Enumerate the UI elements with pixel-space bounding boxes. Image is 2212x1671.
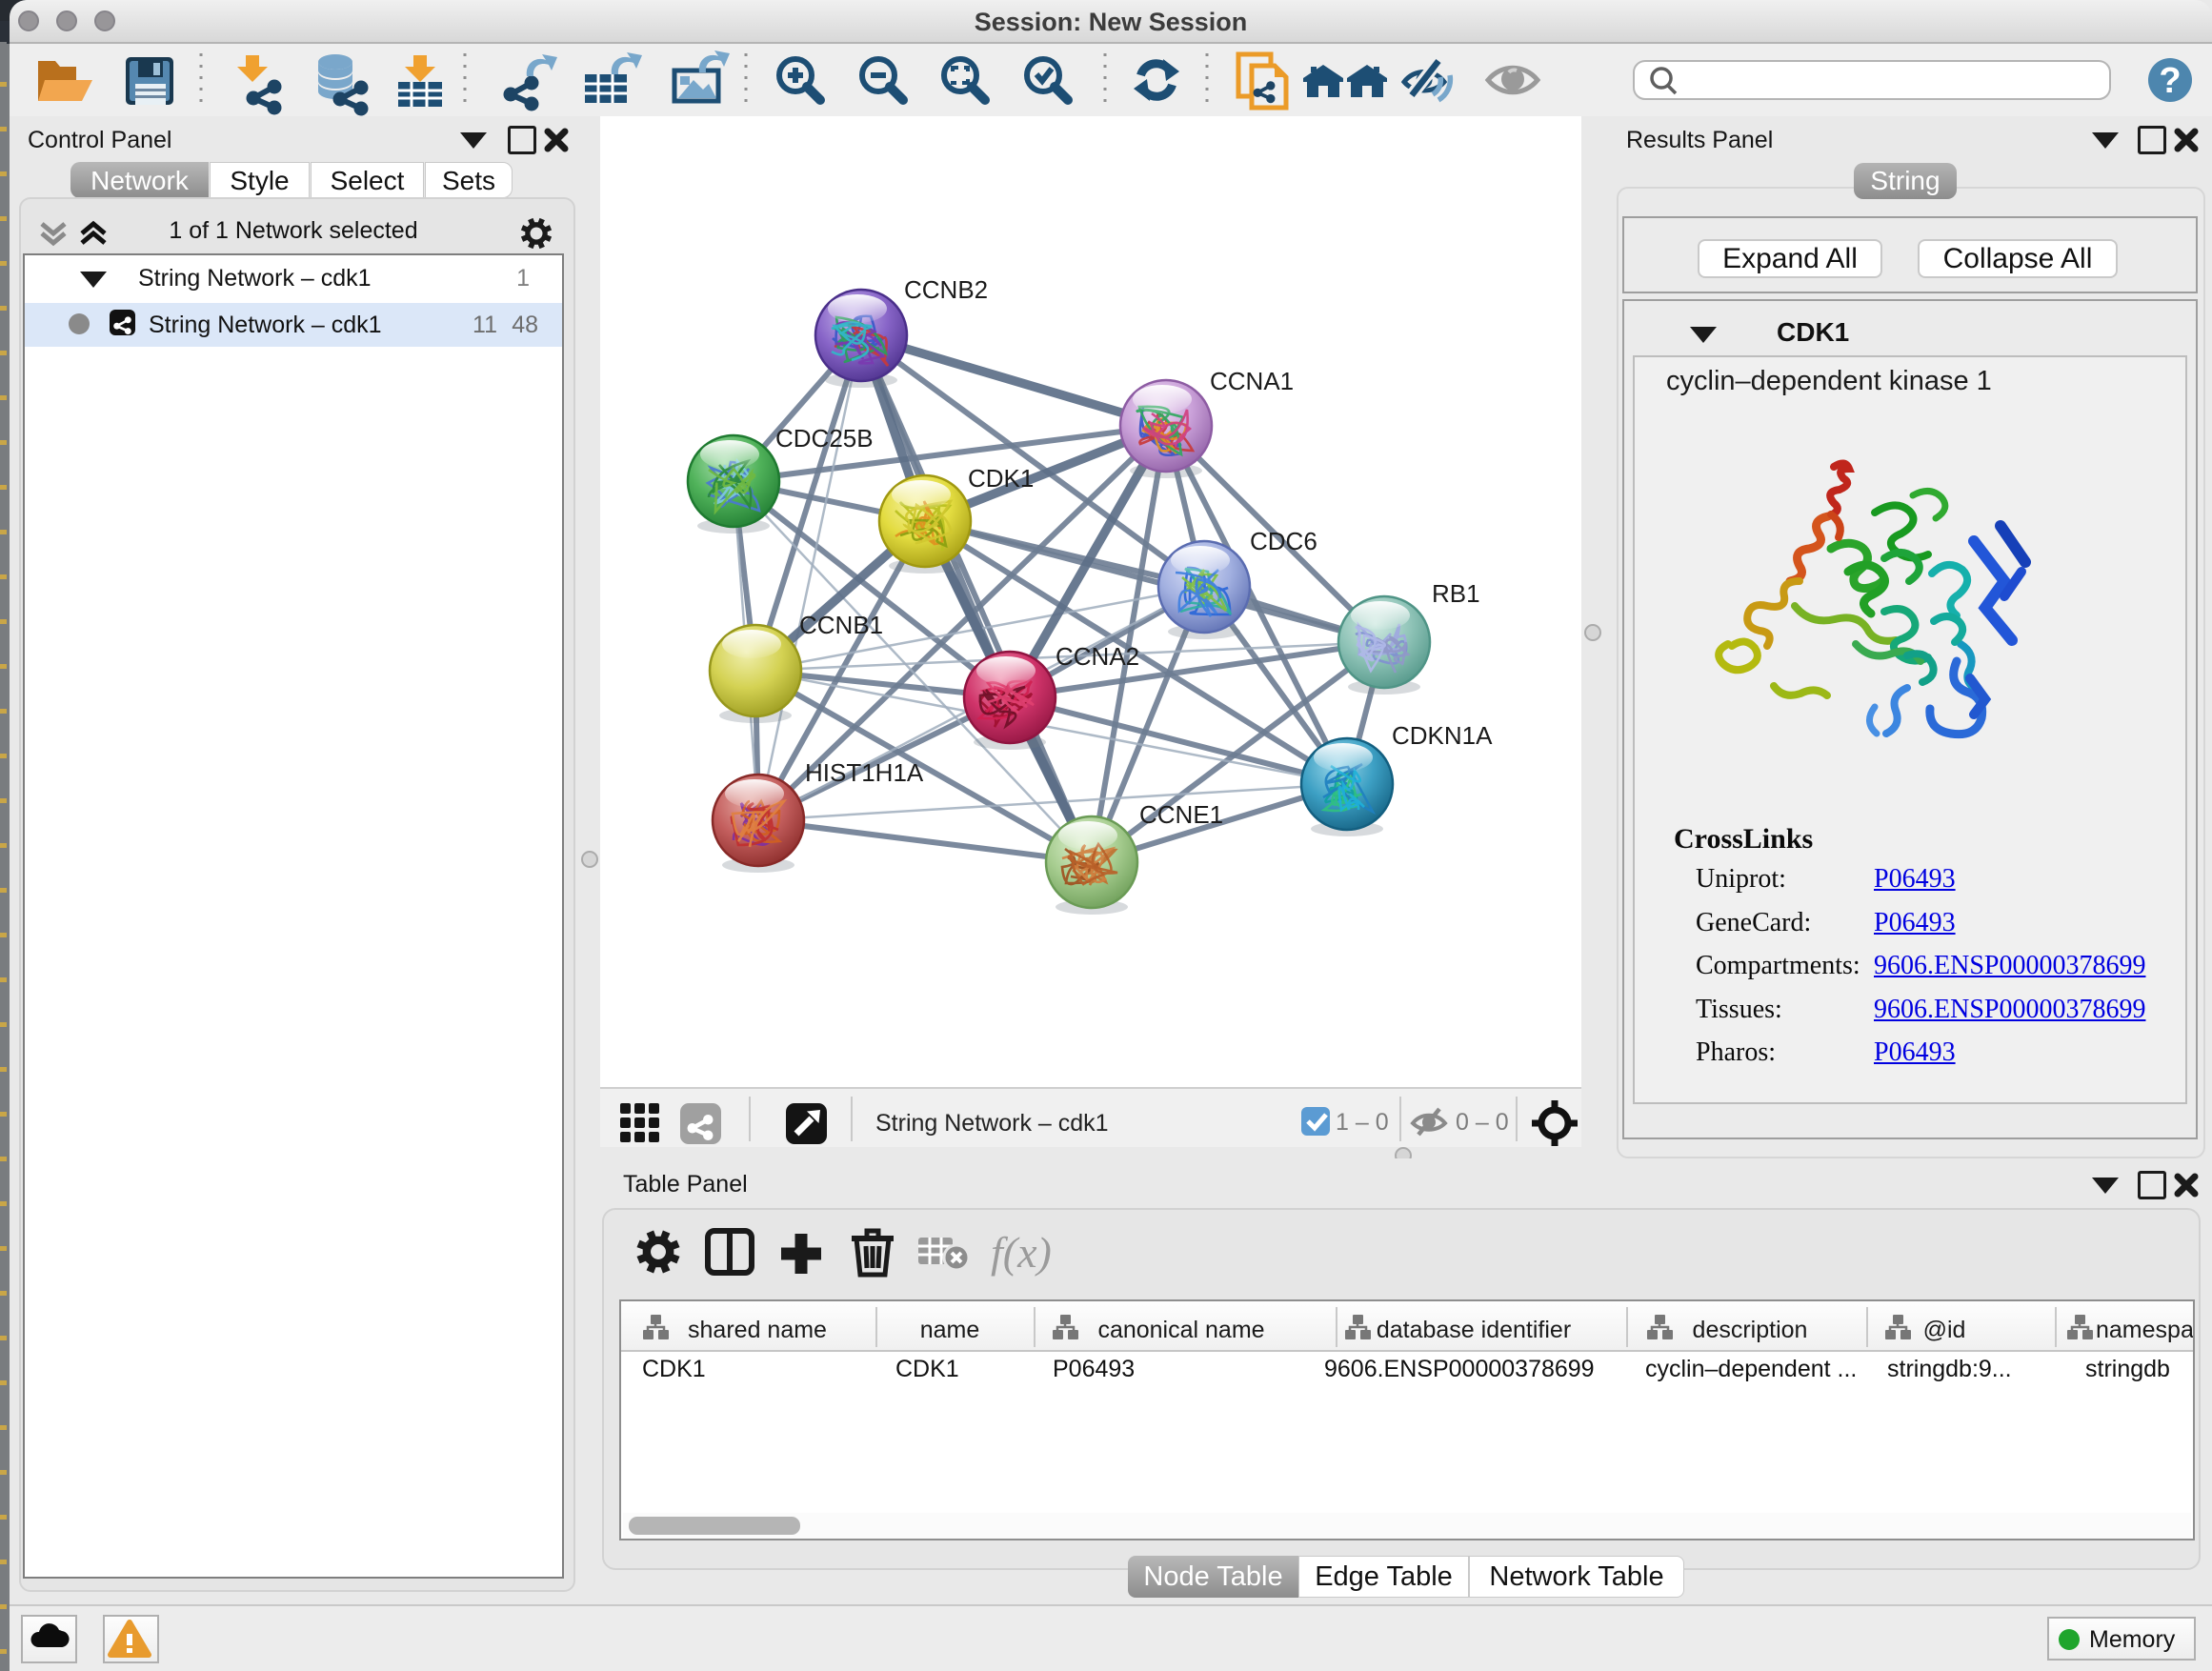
svg-text:CCNB1: CCNB1 [799, 611, 883, 639]
svg-text:name: name [920, 1317, 980, 1343]
svg-text:canonical name: canonical name [1097, 1317, 1264, 1343]
svg-text:database identifier: database identifier [1377, 1317, 1571, 1343]
svg-text:1 – 0: 1 – 0 [1336, 1109, 1389, 1136]
svg-text:@id: @id [1923, 1317, 1966, 1343]
svg-text:CDC6: CDC6 [1250, 527, 1317, 555]
svg-text:HIST1H1A: HIST1H1A [805, 758, 924, 787]
svg-text:RB1: RB1 [1432, 579, 1480, 608]
svg-text:CCNA2: CCNA2 [1056, 642, 1139, 671]
svg-text:CCNA1: CCNA1 [1210, 367, 1294, 395]
svg-text:CCNB2: CCNB2 [904, 275, 988, 304]
svg-text:String Network – cdk1: String Network – cdk1 [875, 1110, 1109, 1137]
svg-text:description: description [1693, 1317, 1808, 1343]
svg-text:CDC25B: CDC25B [775, 424, 874, 453]
svg-text:CDK1: CDK1 [968, 464, 1034, 493]
svg-text:namespace: namespace [2096, 1317, 2193, 1343]
svg-text:?: ? [2159, 61, 2181, 101]
svg-text:CDKN1A: CDKN1A [1392, 721, 1493, 750]
svg-text:0 – 0: 0 – 0 [1456, 1109, 1509, 1136]
svg-text:CCNE1: CCNE1 [1139, 800, 1223, 829]
svg-text:shared name: shared name [688, 1317, 827, 1343]
svg-text:f(x): f(x) [991, 1228, 1052, 1277]
